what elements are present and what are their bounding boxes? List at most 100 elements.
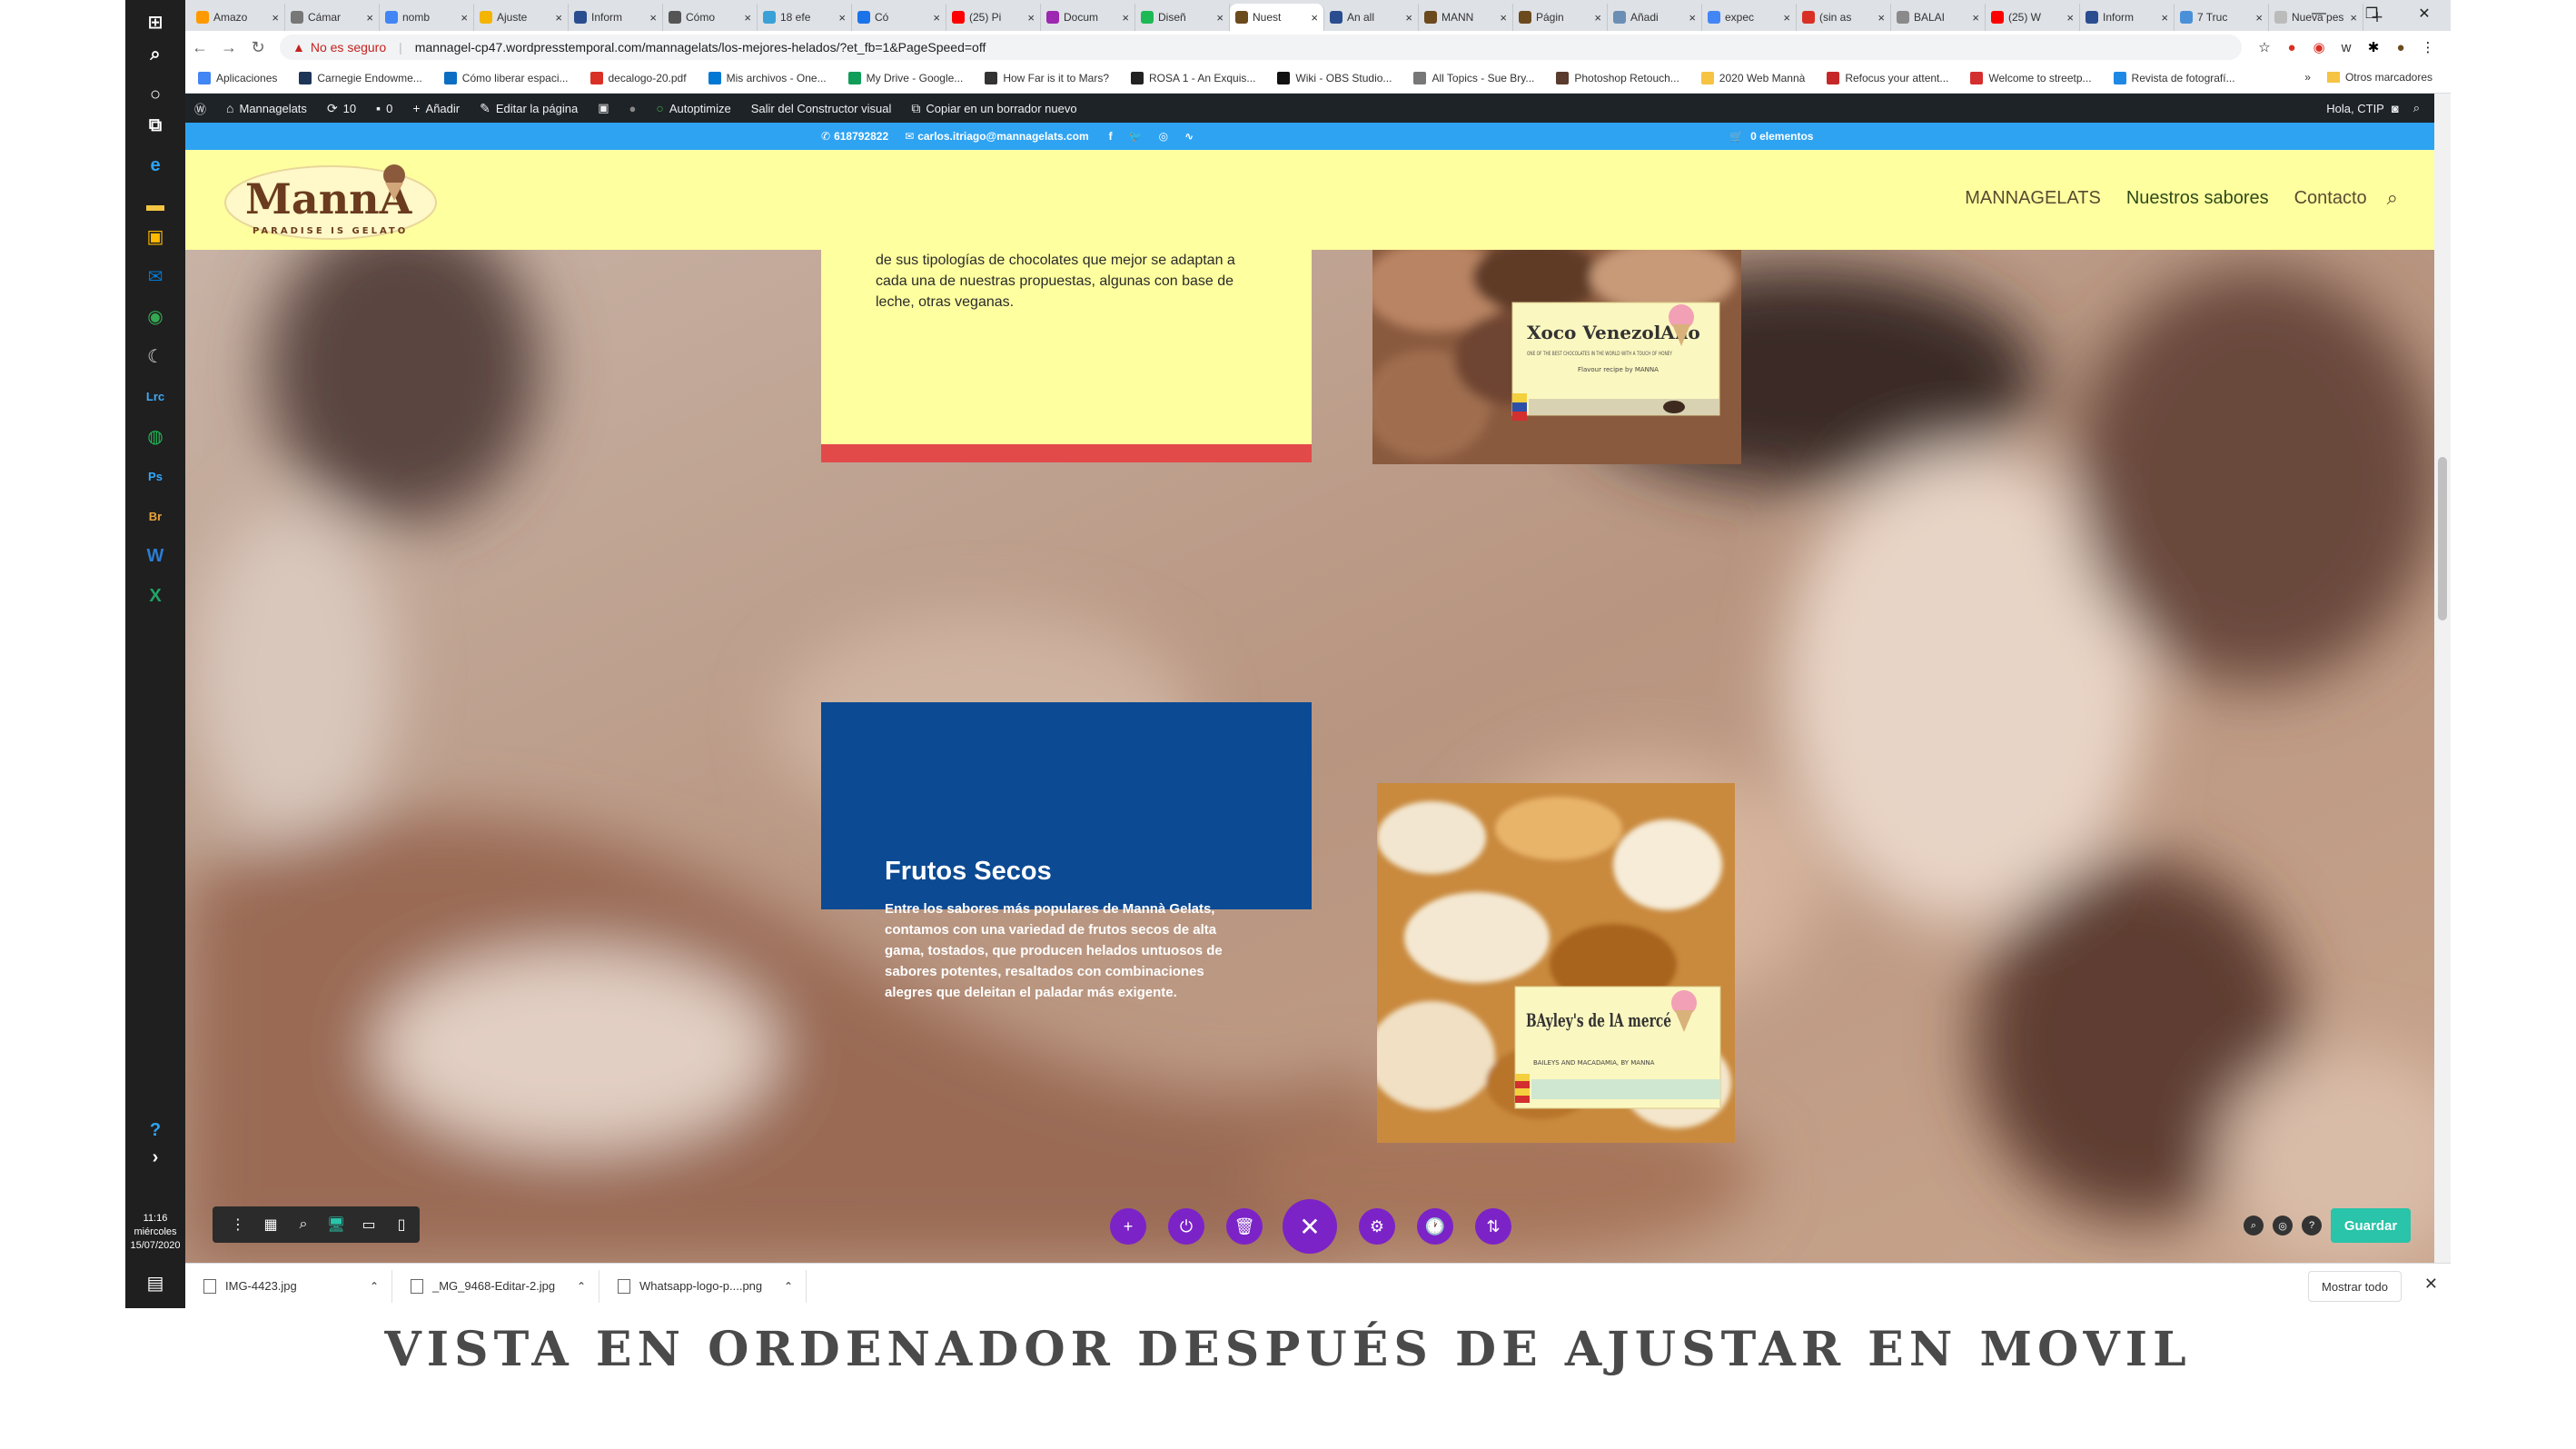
close-window-button[interactable]: ✕ <box>2398 0 2451 27</box>
instagram-icon[interactable]: ◎ <box>1159 130 1168 143</box>
taskbar-app-icon[interactable]: ✉ <box>141 262 170 291</box>
page-scrollbar[interactable] <box>2434 94 2451 1263</box>
browser-tab[interactable]: (25) W × <box>1986 4 2080 31</box>
chevron-up-icon[interactable]: ⌃ <box>370 1280 379 1293</box>
bookmark-item[interactable]: Wiki - OBS Studio... <box>1277 72 1392 84</box>
tab-close-icon[interactable]: × <box>2255 11 2263 25</box>
bookmark-item[interactable]: Welcome to streetp... <box>1970 72 2092 84</box>
search-icon[interactable]: ⌕ <box>2413 101 2420 115</box>
security-indicator[interactable]: No es seguro <box>311 40 386 55</box>
email-address[interactable]: carlos.itriago@mannagelats.com <box>917 130 1088 143</box>
tab-close-icon[interactable]: × <box>461 11 468 25</box>
site-logo[interactable]: MannA PARADISE IS GELATO <box>222 161 440 243</box>
taskbar-app-icon[interactable]: ▣ <box>141 222 170 251</box>
facebook-icon[interactable]: f <box>1109 130 1113 143</box>
tab-close-icon[interactable]: × <box>366 11 373 25</box>
taskbar-app-icon[interactable]: Ps <box>141 461 170 491</box>
taskbar-app-icon[interactable]: ◉ <box>141 302 170 331</box>
history-button[interactable]: 🕐 <box>1417 1208 1453 1245</box>
chevron-up-icon[interactable]: ⌃ <box>784 1280 793 1293</box>
taskbar-app-icon[interactable]: ⊞ <box>141 7 170 36</box>
browser-tab[interactable]: (sin as × <box>1797 4 1891 31</box>
taskbar-app-icon[interactable]: ○ <box>141 80 170 109</box>
taskbar-app-icon[interactable]: Lrc <box>141 382 170 411</box>
add-module-button[interactable]: + <box>1110 1208 1146 1245</box>
warning-icon[interactable]: ▲ <box>292 40 305 55</box>
tab-close-icon[interactable]: × <box>1878 11 1885 25</box>
builder-portability-icon[interactable]: ◎ <box>2273 1216 2293 1236</box>
forward-button[interactable]: → <box>214 33 243 62</box>
reload-button[interactable]: ↻ <box>243 33 272 62</box>
builder-help-icon[interactable]: ? <box>2302 1216 2322 1236</box>
wp-copy-draft-link[interactable]: ⧉ Copiar en un borrador nuevo <box>911 101 1076 116</box>
browser-tab[interactable]: BALAI × <box>1891 4 1986 31</box>
tab-close-icon[interactable]: × <box>1500 11 1507 25</box>
tab-close-icon[interactable]: × <box>1122 11 1129 25</box>
bookmark-item[interactable]: Revista de fotografí... <box>2113 72 2235 84</box>
browser-tab[interactable]: (25) Pi × <box>946 4 1041 31</box>
maximize-button[interactable]: ❐ <box>2345 0 2398 27</box>
browser-tab[interactable]: Diseñ × <box>1135 4 1230 31</box>
wp-add-new-link[interactable]: + Añadir <box>412 101 460 115</box>
menu-icon[interactable]: ⋮ <box>2414 34 2442 61</box>
clear-layout-button[interactable]: 🗑 <box>1226 1208 1263 1245</box>
adblock-extension-icon[interactable]: ◉ <box>2305 34 2333 61</box>
chevron-right-icon[interactable]: › <box>141 1143 170 1172</box>
browser-tab[interactable]: 7 Truc × <box>2175 4 2269 31</box>
browser-tab[interactable]: Inform × <box>569 4 663 31</box>
taskbar-app-icon[interactable]: W <box>141 541 170 571</box>
nav-nuestros-sabores[interactable]: Nuestros sabores <box>2126 188 2269 209</box>
tab-close-icon[interactable]: × <box>1405 11 1412 25</box>
taskbar-clock[interactable]: 11:16 miércoles 15/07/2020 <box>125 1212 185 1253</box>
nav-contacto[interactable]: Contacto <box>2294 188 2367 209</box>
tab-close-icon[interactable]: × <box>1689 11 1696 25</box>
bookmark-item[interactable]: All Topics - Sue Bry... <box>1413 72 1534 84</box>
browser-tab[interactable]: Nuest × <box>1230 4 1324 31</box>
phone-number[interactable]: 618792822 <box>834 130 888 143</box>
builder-search-icon[interactable]: ⌕ <box>2244 1216 2264 1236</box>
close-icon[interactable]: ✕ <box>2424 1275 2438 1294</box>
bookmark-item[interactable]: Refocus your attent... <box>1827 72 1948 84</box>
bookmark-item[interactable]: Carnegie Endowme... <box>299 72 422 84</box>
bookmark-item[interactable]: Photoshop Retouch... <box>1556 72 1679 84</box>
back-button[interactable]: ← <box>185 33 214 62</box>
browser-tab[interactable]: Có × <box>852 4 946 31</box>
opera-extension-icon[interactable]: ● <box>2278 34 2305 61</box>
yoast-icon[interactable]: ▣ <box>598 101 609 115</box>
tab-close-icon[interactable]: × <box>1972 11 1979 25</box>
browser-tab[interactable]: Docum × <box>1041 4 1135 31</box>
browser-tab[interactable]: Amazo × <box>191 4 285 31</box>
sort-button[interactable]: ⇅ <box>1475 1208 1511 1245</box>
taskbar-app-icon[interactable]: ⧉ <box>141 111 170 140</box>
other-bookmarks[interactable]: » Otros marcadores <box>2304 71 2432 84</box>
nav-mannagelats[interactable]: MANNAGELATS <box>1965 188 2101 209</box>
wordpress-logo-icon[interactable]: Ⓦ <box>194 100 206 117</box>
portability-button[interactable]: ⏻ <box>1168 1208 1204 1245</box>
taskbar-app-icon[interactable]: ◍ <box>141 422 170 451</box>
bookmark-item[interactable]: Aplicaciones <box>198 72 277 84</box>
wp-updates-link[interactable]: ⟳ 10 <box>327 101 356 116</box>
taskbar-app-icon[interactable]: ▬ <box>141 191 170 220</box>
browser-tab[interactable]: nomb × <box>380 4 474 31</box>
wp-account[interactable]: Hola, CTIP ◙ ⌕ <box>2326 101 2420 115</box>
profile-icon[interactable]: ● <box>2387 34 2414 61</box>
browser-tab[interactable]: An all × <box>1324 4 1419 31</box>
tab-close-icon[interactable]: × <box>272 11 279 25</box>
tab-close-icon[interactable]: × <box>649 11 657 25</box>
download-item[interactable]: _MG_9468-Editar-2.jpg ⌃ <box>392 1269 599 1303</box>
bookmark-item[interactable]: How Far is it to Mars? <box>985 72 1109 84</box>
wp-edit-page-link[interactable]: ✎ Editar la página <box>480 101 578 116</box>
chocolate-flavor-image[interactable]: Xoco VenezolAno ONE OF THE BEST CHOCOLAT… <box>1372 250 1741 464</box>
tab-close-icon[interactable]: × <box>744 11 751 25</box>
browser-tab[interactable]: 18 efe × <box>758 4 852 31</box>
save-button[interactable]: Guardar <box>2331 1208 2411 1243</box>
bookmark-item[interactable]: Cómo liberar espaci... <box>443 72 569 84</box>
scrollbar-thumb[interactable] <box>2438 457 2447 620</box>
show-all-downloads-button[interactable]: Mostrar todo <box>2308 1271 2402 1302</box>
taskbar-app-icon[interactable]: e <box>141 151 170 180</box>
tab-close-icon[interactable]: × <box>1783 11 1790 25</box>
tab-close-icon[interactable]: × <box>1027 11 1035 25</box>
tab-close-icon[interactable]: × <box>838 11 846 25</box>
wp-autoptimize-link[interactable]: ○ Autoptimize <box>656 101 730 115</box>
browser-tab[interactable]: Cómo × <box>663 4 758 31</box>
